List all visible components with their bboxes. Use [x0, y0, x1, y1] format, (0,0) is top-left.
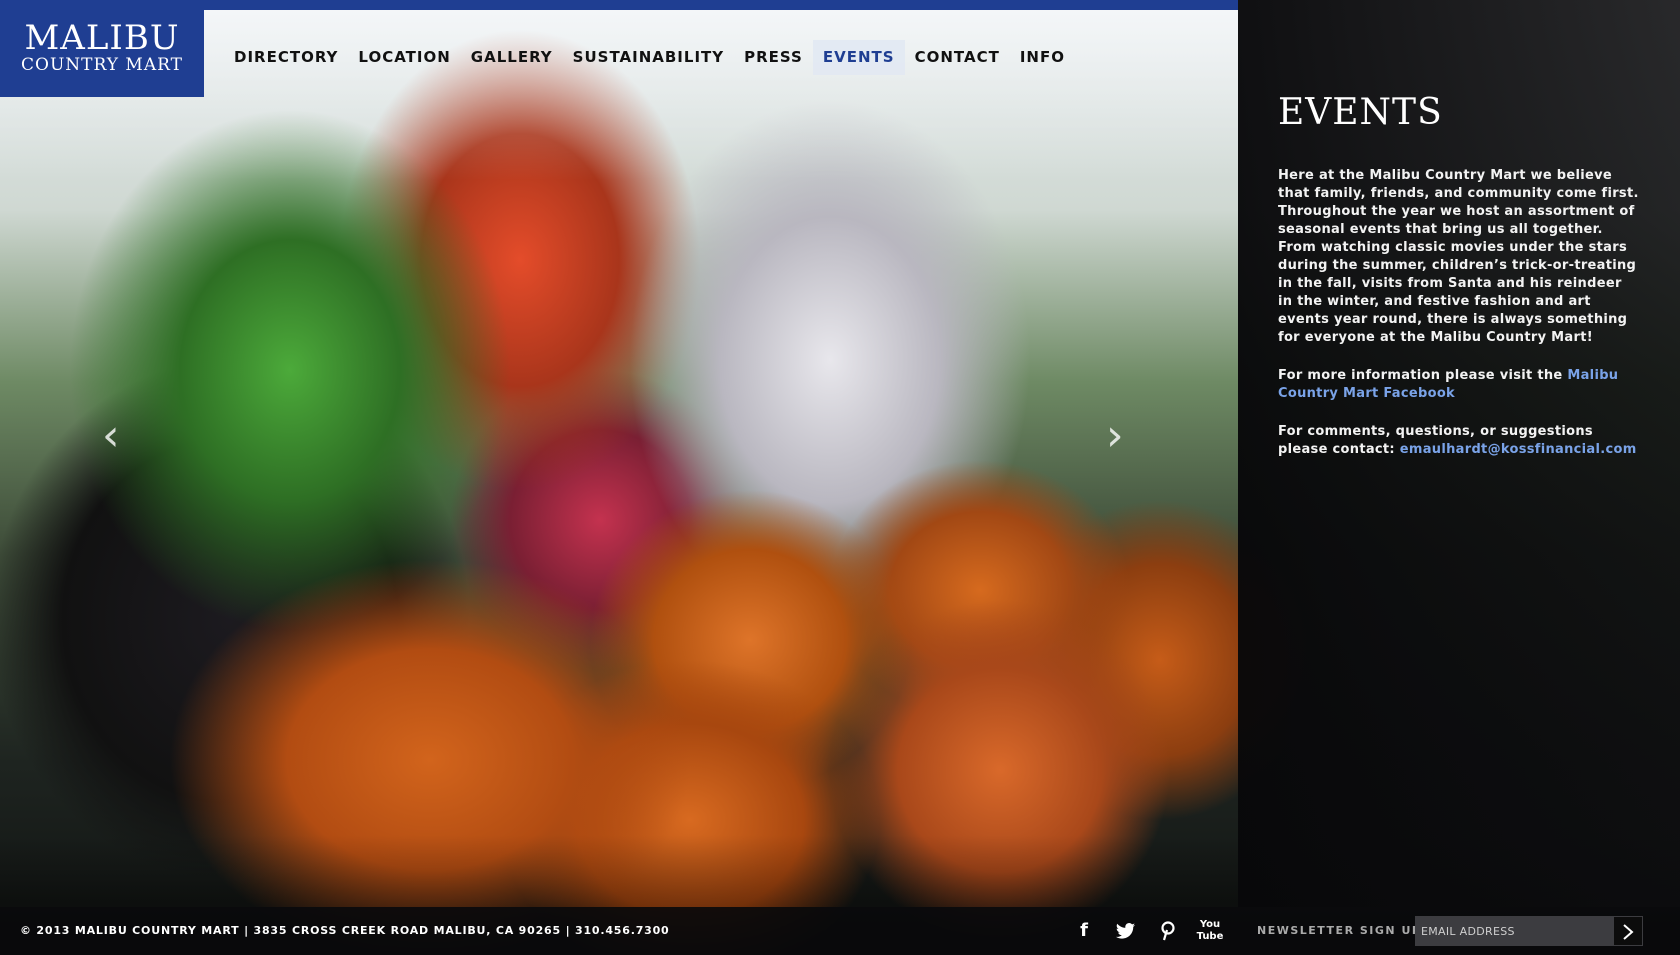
- newsletter-email-input[interactable]: [1415, 916, 1613, 946]
- contact-email-link[interactable]: emaulhardt@kossfinancial.com: [1400, 442, 1637, 457]
- main-nav: DIRECTORY LOCATION GALLERY SUSTAINABILIT…: [224, 40, 1075, 75]
- logo-line-2: COUNTRY MART: [21, 55, 183, 75]
- nav-contact[interactable]: CONTACT: [905, 40, 1010, 75]
- events-intro: Here at the Malibu Country Mart we belie…: [1278, 168, 1639, 345]
- nav-gallery[interactable]: GALLERY: [461, 40, 563, 75]
- twitter-icon[interactable]: [1110, 915, 1142, 947]
- chevron-right-icon[interactable]: ›: [1106, 410, 1132, 462]
- copyright-text: © 2013 MALIBU COUNTRY MART | 3835 CROSS …: [20, 924, 670, 937]
- page-title: EVENTS: [1278, 92, 1443, 133]
- pinterest-icon[interactable]: [1152, 915, 1184, 947]
- youtube-icon[interactable]: You Tube: [1194, 915, 1226, 947]
- more-info-prefix: For more information please visit the: [1278, 368, 1568, 383]
- chevron-left-icon[interactable]: ‹: [102, 410, 128, 462]
- events-panel: EVENTS Here at the Malibu Country Mart w…: [1238, 0, 1680, 907]
- social-links: f You Tube: [1068, 915, 1236, 947]
- footer: © 2013 MALIBU COUNTRY MART | 3835 CROSS …: [0, 907, 1680, 955]
- newsletter-label: NEWSLETTER SIGN UP:: [1257, 924, 1428, 937]
- nav-info[interactable]: INFO: [1010, 40, 1075, 75]
- nav-location[interactable]: LOCATION: [348, 40, 460, 75]
- more-info-text: For more information please visit the Ma…: [1278, 367, 1640, 403]
- logo[interactable]: MALIBU COUNTRY MART: [0, 0, 204, 97]
- newsletter-submit-button[interactable]: [1613, 916, 1643, 946]
- nav-events[interactable]: EVENTS: [812, 40, 905, 75]
- logo-line-1: MALIBU: [24, 18, 180, 58]
- nav-press[interactable]: PRESS: [734, 40, 813, 75]
- contact-text: For comments, questions, or suggestions …: [1278, 423, 1640, 459]
- facebook-icon[interactable]: f: [1068, 915, 1100, 947]
- nav-sustainability[interactable]: SUSTAINABILITY: [563, 40, 734, 75]
- nav-directory[interactable]: DIRECTORY: [224, 40, 348, 75]
